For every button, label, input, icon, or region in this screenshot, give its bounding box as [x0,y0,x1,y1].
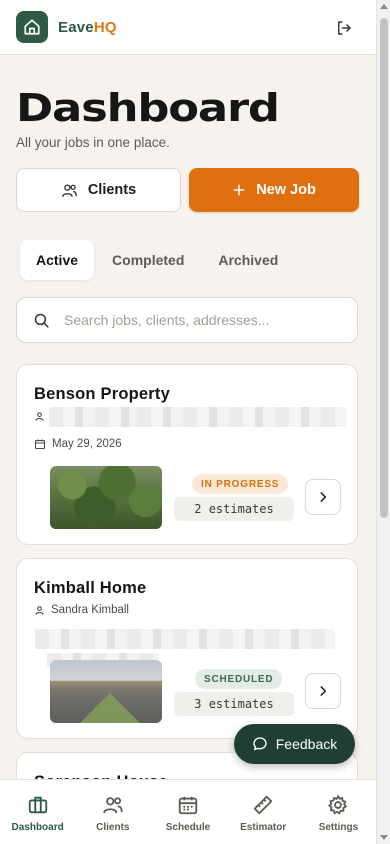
nav-item-schedule[interactable]: Schedule [150,780,225,844]
ruler-icon [254,795,273,815]
calendar-icon [178,796,198,815]
status-badge: SCHEDULED [195,669,283,689]
job-client-row [34,411,45,422]
logout-icon[interactable] [334,18,354,38]
feedback-button[interactable]: Feedback [234,724,355,764]
nav-item-clients[interactable]: Clients [75,780,150,844]
job-photo [50,660,162,723]
app-root: EaveHQ Dashboard All your jobs in one pl… [0,0,376,844]
nav-label: Estimator [240,822,287,833]
feedback-label: Feedback [275,736,338,752]
job-title: Benson Property [34,385,170,403]
job-date: May 29, 2026 [52,438,122,450]
users-icon [61,183,77,197]
nav-label: Schedule [165,822,211,833]
tab-active[interactable]: Active [20,240,95,280]
brand-part-hq: HQ [93,18,117,36]
users-icon [103,797,123,814]
job-card[interactable]: Kimball Home Sandra Kimball SCHEDULED 3 … [16,558,358,739]
clients-button-label: Clients [87,182,137,198]
chat-bubble-icon [253,737,267,751]
user-icon [35,605,44,615]
nav-item-estimator[interactable]: Estimator [226,780,301,844]
scrollbar[interactable] [376,0,390,844]
redacted-address [137,407,347,427]
calendar-icon [34,439,46,450]
estimates-count: 2 estimates [174,497,294,521]
clients-button[interactable]: Clients [16,168,181,212]
brand-name: EaveHQ [58,19,117,36]
job-client-row: Sandra Kimball [34,604,129,616]
redacted-client [49,407,141,427]
nav-label: Settings [318,822,359,833]
nav-label: Clients [96,822,130,833]
status-badge: IN PROGRESS [192,474,289,494]
open-job-button[interactable] [305,479,341,515]
search-bar [16,297,358,343]
user-icon [35,412,44,421]
nav-item-dashboard[interactable]: Dashboard [0,780,75,844]
job-title: Kimball Home [34,579,147,597]
nav-item-settings[interactable]: Settings [301,780,376,844]
briefcase-icon [28,796,47,814]
tab-completed[interactable]: Completed [96,240,200,280]
scroll-up-arrow[interactable] [380,4,388,9]
new-job-button-label: New Job [256,182,316,198]
job-card[interactable]: Benson Property May 29, 2026 IN PROGRESS… [16,364,358,545]
status-tabs: Active Completed Archived [20,240,294,280]
chevron-right-icon [320,686,327,696]
tab-archived[interactable]: Archived [202,240,294,280]
nav-label: Dashboard [11,822,64,833]
page-subtitle: All your jobs in one place. [16,135,170,150]
search-input[interactable] [64,312,334,328]
gear-icon [328,794,348,815]
estimates-count: 3 estimates [174,692,294,716]
chevron-right-icon [320,492,327,502]
job-date-row: May 29, 2026 [34,438,122,450]
job-client-name: Sandra Kimball [51,604,129,616]
page-title: Dashboard [16,86,280,130]
scroll-down-arrow[interactable] [380,835,388,840]
open-job-button[interactable] [305,673,341,709]
redacted-address [35,629,335,649]
plus-icon [233,184,245,196]
new-job-button[interactable]: New Job [189,168,359,212]
scroll-thumb[interactable] [380,18,388,518]
search-icon [34,313,49,328]
job-photo [50,466,162,529]
home-logo-icon[interactable] [16,11,48,43]
top-bar: EaveHQ [0,0,376,55]
brand-part-eave: Eave [58,18,94,36]
bottom-nav: Dashboard Clients Schedule Estimator Set… [0,779,376,844]
